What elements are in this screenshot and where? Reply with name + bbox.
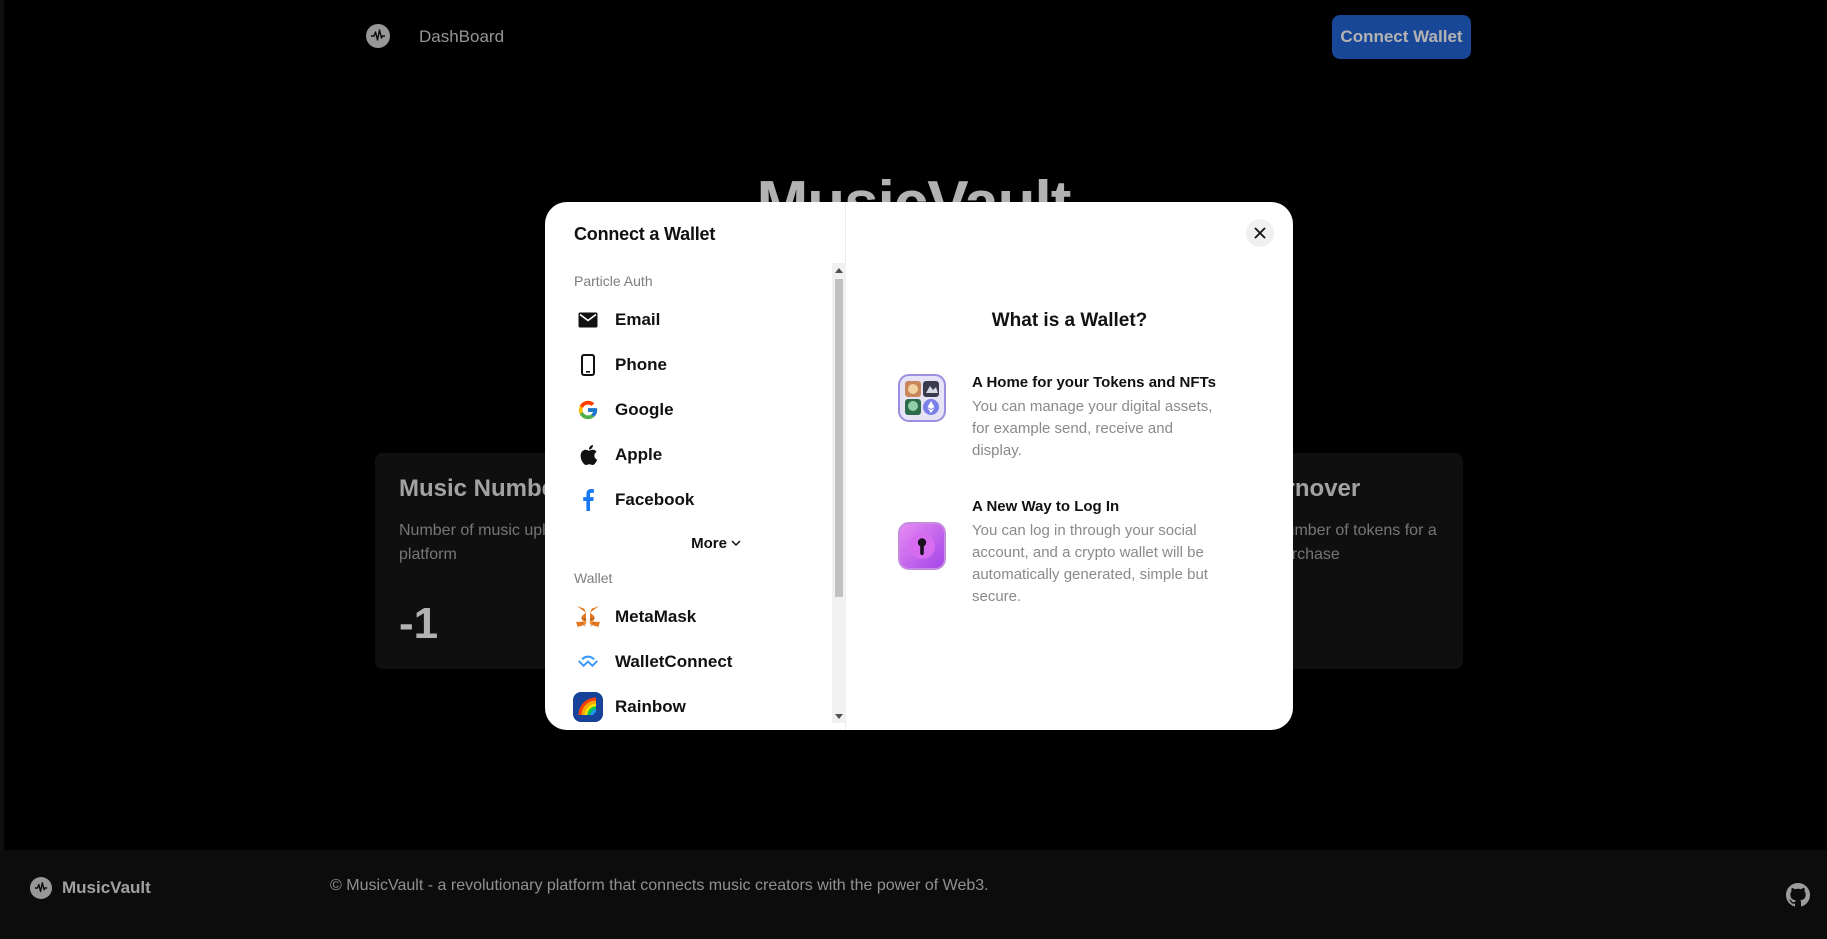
option-rainbow[interactable]: Rainbow xyxy=(569,687,831,727)
option-email[interactable]: Email xyxy=(569,300,831,340)
option-label: WalletConnect xyxy=(615,652,733,671)
wallet-list-scrollbar[interactable] xyxy=(832,263,846,723)
wallet-info-panel: What is a Wallet? A Home for your Tokens… xyxy=(846,202,1293,730)
option-metamask[interactable]: MetaMask xyxy=(569,597,831,637)
group-label-wallet: Wallet xyxy=(574,570,613,586)
scroll-down-arrow-icon[interactable] xyxy=(832,709,846,723)
phone-icon xyxy=(573,350,603,380)
option-label: Facebook xyxy=(615,490,695,509)
wallet-list[interactable]: Particle Auth Email Phone Google Apple F… xyxy=(545,263,835,730)
option-label: MetaMask xyxy=(615,607,697,626)
option-phone[interactable]: Phone xyxy=(569,345,831,385)
option-label: Google xyxy=(615,400,674,419)
wallet-list-panel: Connect a Wallet Particle Auth Email Pho… xyxy=(545,202,846,730)
feature-heading: A Home for your Tokens and NFTs xyxy=(972,374,1216,391)
option-facebook[interactable]: Facebook xyxy=(569,480,831,520)
option-walletconnect[interactable]: WalletConnect xyxy=(569,642,831,682)
envelope-icon xyxy=(573,305,603,335)
scroll-up-arrow-icon[interactable] xyxy=(832,263,846,277)
option-label: Rainbow xyxy=(615,697,686,716)
feature-body: You can manage your digital assets, for … xyxy=(972,398,1213,459)
connect-wallet-modal: Connect a Wallet Particle Auth Email Pho… xyxy=(545,202,1293,730)
scrollbar-thumb[interactable] xyxy=(835,279,843,597)
facebook-icon xyxy=(573,485,603,515)
apple-icon xyxy=(573,440,603,470)
group-label-particle-auth: Particle Auth xyxy=(574,273,653,289)
info-title: What is a Wallet? xyxy=(991,310,1148,331)
option-label: Phone xyxy=(615,355,667,374)
feature-body: You can log in through your social accou… xyxy=(972,522,1208,605)
feature-heading: A New Way to Log In xyxy=(972,498,1120,515)
nft-collection-icon xyxy=(898,374,946,422)
keyhole-icon xyxy=(898,522,946,570)
rainbow-icon xyxy=(573,692,603,722)
option-apple[interactable]: Apple xyxy=(569,435,831,475)
google-icon xyxy=(573,395,603,425)
more-options-button[interactable]: More xyxy=(661,533,771,553)
option-google[interactable]: Google xyxy=(569,390,831,430)
option-label: Email xyxy=(615,310,661,329)
modal-title: Connect a Wallet xyxy=(574,224,716,244)
more-label: More xyxy=(691,534,727,552)
walletconnect-icon xyxy=(573,647,603,677)
chevron-down-icon xyxy=(731,540,741,547)
option-label: Apple xyxy=(615,445,663,464)
metamask-icon xyxy=(573,602,603,632)
